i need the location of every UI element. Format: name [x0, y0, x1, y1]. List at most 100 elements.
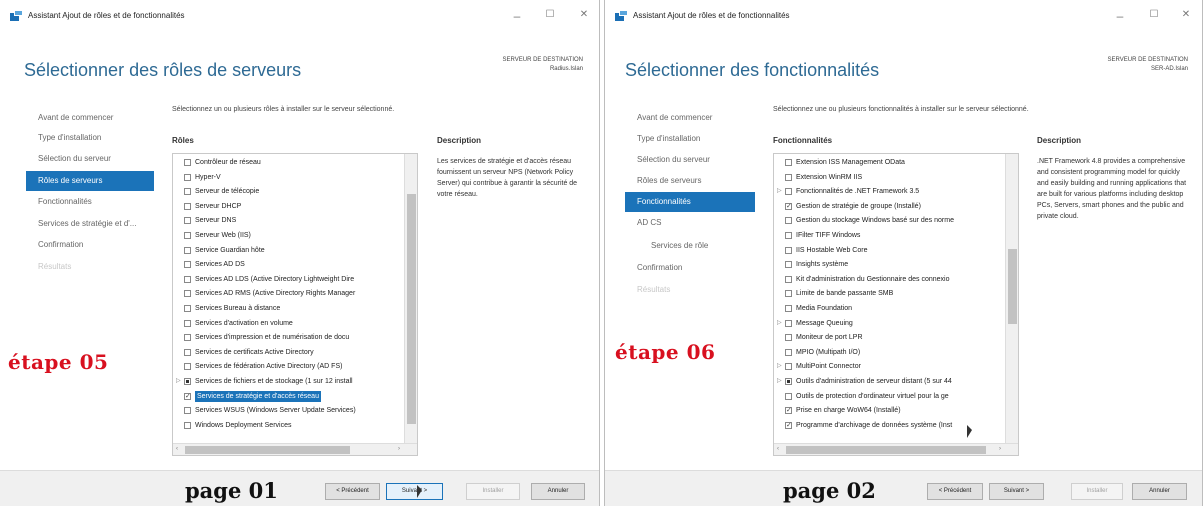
list-item[interactable]: ▷ Outils d'administration de serveur dist… [774, 376, 1004, 387]
scroll-thumb-horizontal[interactable] [185, 446, 350, 454]
scroll-thumb[interactable] [1008, 249, 1017, 324]
features-list[interactable]: ‹ › Extension ISS Management OData Extens… [773, 153, 1019, 456]
close-button[interactable]: ✕ [1179, 9, 1193, 20]
list-item[interactable]: ▷ Services de fichiers et de stockage (1 … [173, 376, 403, 387]
nav-item[interactable]: Sélection du serveur [26, 149, 154, 169]
list-item[interactable]: Services de fédération Active Directory … [173, 361, 403, 372]
list-item[interactable]: ▷ Fonctionnalités de .NET Framework 3.5 [774, 186, 1004, 197]
checkbox[interactable] [184, 319, 191, 327]
horizontal-scrollbar[interactable]: ‹ › [173, 443, 417, 455]
checkbox[interactable] [785, 348, 792, 356]
checkbox[interactable] [184, 275, 191, 283]
nav-item[interactable]: Rôles de serveurs [26, 171, 154, 191]
checkbox[interactable] [184, 232, 191, 239]
checkbox[interactable] [184, 363, 191, 371]
horizontal-scrollbar[interactable]: ‹ › [774, 443, 1018, 455]
list-item[interactable]: ✓ Prise en charge WoW64 (Installé) [774, 405, 1004, 416]
checkbox[interactable] [785, 290, 792, 298]
scroll-thumb[interactable] [407, 194, 416, 424]
checkbox[interactable] [785, 188, 792, 196]
checkbox[interactable] [184, 305, 191, 312]
list-item[interactable]: Gestion du stockage Windows basé sur des… [774, 215, 1004, 226]
list-item[interactable]: Windows Deployment Services [173, 420, 403, 431]
cancel-button[interactable]: Annuler [531, 483, 585, 500]
checkbox[interactable] [785, 217, 792, 225]
checkbox[interactable] [184, 421, 191, 429]
scroll-right-icon[interactable]: › [999, 446, 1001, 452]
scroll-left-icon[interactable]: ‹ [176, 446, 178, 452]
list-item[interactable]: Services d'impression et de numérisation… [173, 332, 403, 343]
list-item[interactable]: Serveur DHCP [173, 201, 403, 212]
checkbox[interactable] [184, 407, 191, 415]
expand-icon[interactable]: ▷ [176, 376, 182, 387]
checkbox[interactable] [184, 348, 191, 356]
cancel-button[interactable]: Annuler [1132, 483, 1187, 500]
list-item[interactable]: Services AD LDS (Active Directory Lightw… [173, 274, 403, 285]
nav-item[interactable]: Type d'installation [26, 128, 154, 148]
install-button[interactable]: Installer [466, 483, 520, 500]
previous-button[interactable]: < Précédent [927, 483, 983, 500]
list-item[interactable]: Outils de protection d'ordinateur virtue… [774, 391, 1004, 402]
list-item[interactable]: Service Guardian hôte [173, 245, 403, 256]
list-item[interactable]: Extension WinRM IIS [774, 172, 1004, 183]
expand-icon[interactable]: ▷ [777, 376, 783, 387]
checkbox[interactable] [184, 188, 191, 196]
checkbox[interactable] [785, 378, 792, 385]
checkbox[interactable] [785, 363, 792, 371]
checkbox[interactable] [785, 173, 792, 181]
maximize-button[interactable]: ☐ [543, 9, 557, 20]
list-item[interactable]: Kit d'administration du Gestionnaire des… [774, 274, 1004, 285]
nav-item[interactable]: Avant de commencer [625, 108, 755, 128]
checkbox[interactable]: ✓ [184, 392, 191, 400]
checkbox[interactable] [184, 173, 191, 181]
expand-icon[interactable]: ▷ [777, 186, 783, 197]
list-item[interactable]: ▷ Message Queuing [774, 318, 1004, 329]
list-item[interactable]: Services WSUS (Windows Server Update Ser… [173, 405, 403, 416]
list-item[interactable]: IIS Hostable Web Core [774, 245, 1004, 256]
checkbox[interactable]: ✓ [785, 202, 792, 210]
nav-item[interactable]: Sélection du serveur [625, 150, 755, 170]
list-item[interactable]: ✓ Gestion de stratégie de groupe (Install… [774, 201, 1004, 212]
checkbox[interactable] [184, 334, 191, 342]
nav-item[interactable]: AD CS [625, 213, 755, 233]
list-item[interactable]: Services Bureau à distance [173, 303, 403, 314]
list-item[interactable]: Serveur Web (IIS) [173, 230, 403, 241]
nav-item[interactable]: Confirmation [26, 235, 154, 255]
roles-list[interactable]: ‹ › Contrôleur de réseau Hyper-V Serveur d… [172, 153, 418, 456]
list-item[interactable]: Contrôleur de réseau [173, 157, 403, 168]
vertical-scrollbar[interactable] [1005, 154, 1018, 443]
list-item[interactable]: Extension ISS Management OData [774, 157, 1004, 168]
checkbox[interactable] [184, 378, 191, 385]
expand-icon[interactable]: ▷ [777, 318, 783, 329]
checkbox[interactable] [184, 159, 191, 166]
nav-item[interactable]: Fonctionnalités [26, 192, 154, 212]
checkbox[interactable] [184, 202, 191, 210]
checkbox[interactable]: ✓ [785, 407, 792, 415]
close-button[interactable]: ✕ [577, 9, 591, 20]
next-button[interactable]: Suivant > [989, 483, 1044, 500]
scroll-left-icon[interactable]: ‹ [777, 446, 779, 452]
checkbox[interactable] [785, 261, 792, 269]
checkbox[interactable] [785, 232, 792, 239]
checkbox[interactable] [785, 334, 792, 342]
checkbox[interactable] [184, 261, 191, 269]
vertical-scrollbar[interactable] [404, 154, 417, 443]
install-button[interactable]: Installer [1071, 483, 1123, 500]
nav-item[interactable]: Services de stratégie et d'... [26, 214, 154, 234]
list-item[interactable]: Services AD RMS (Active Directory Rights… [173, 288, 403, 299]
nav-item[interactable]: Services de rôle [625, 236, 755, 256]
checkbox[interactable] [785, 159, 792, 166]
expand-icon[interactable]: ▷ [777, 361, 783, 372]
list-item[interactable]: Services d'activation en volume [173, 318, 403, 329]
minimize-button[interactable]: – [510, 9, 524, 23]
checkbox[interactable] [184, 290, 191, 298]
list-item[interactable]: ▷ MultiPoint Connector [774, 361, 1004, 372]
nav-item[interactable]: Confirmation [625, 258, 755, 278]
maximize-button[interactable]: ☐ [1147, 9, 1161, 20]
list-item[interactable]: ✓ Services de stratégie et d'accès réseau [173, 390, 403, 402]
list-item[interactable]: Services AD DS [173, 259, 403, 270]
list-item[interactable]: Hyper-V [173, 172, 403, 183]
nav-item[interactable]: Rôles de serveurs [625, 171, 755, 191]
list-item[interactable]: Moniteur de port LPR [774, 332, 1004, 343]
list-item[interactable]: Serveur de télécopie [173, 186, 403, 197]
